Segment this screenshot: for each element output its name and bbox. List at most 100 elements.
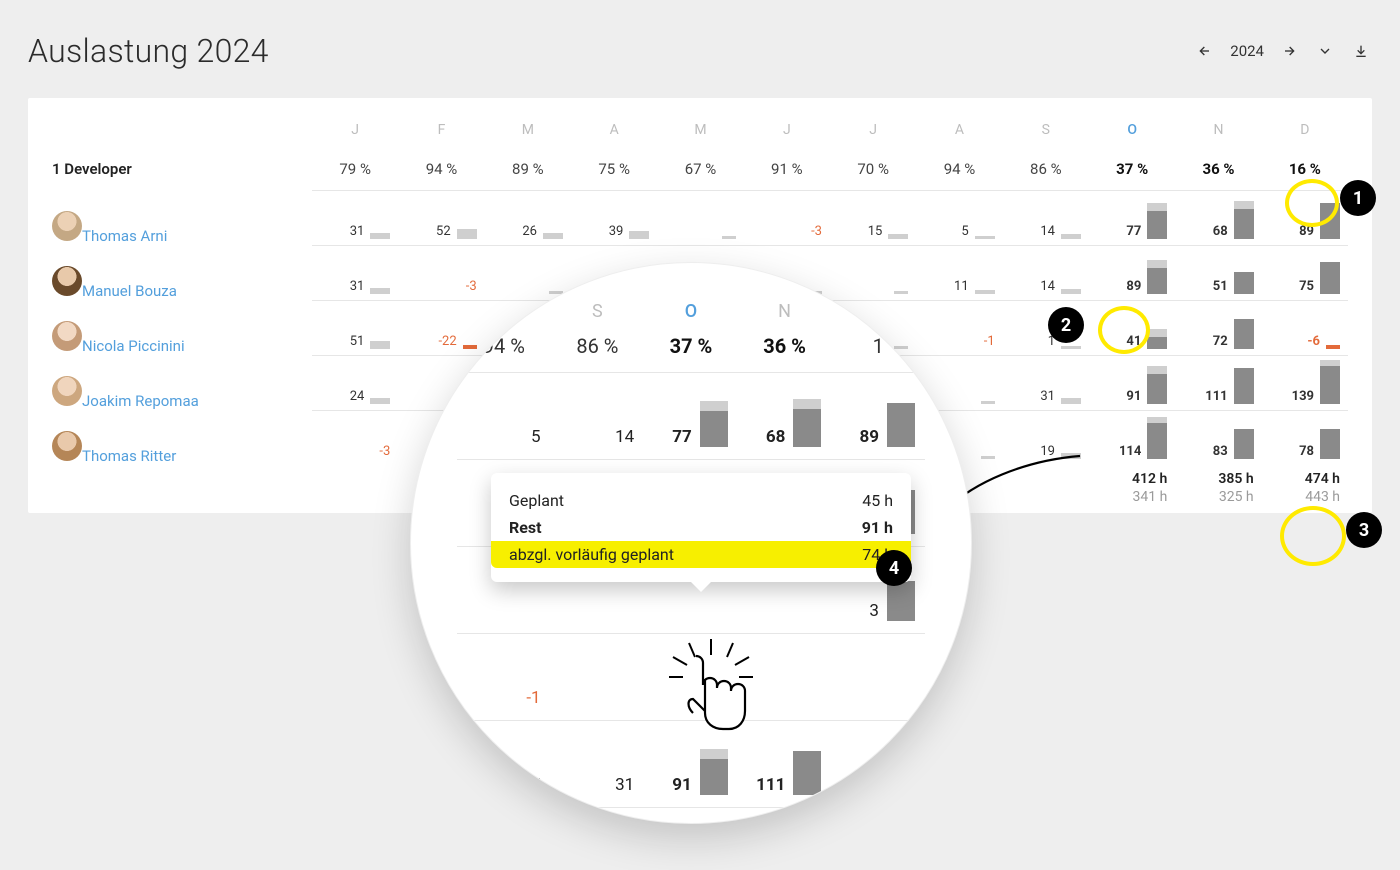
lens-month: O [644, 297, 738, 330]
util-cell[interactable]: 78 [1262, 410, 1348, 465]
person-link[interactable]: Manuel Bouza [82, 282, 177, 300]
lens-month: N [738, 297, 832, 330]
util-cell[interactable]: 139 [1262, 355, 1348, 410]
util-cell[interactable]: 31 [312, 245, 398, 300]
lens-cell[interactable] [644, 640, 738, 714]
group-percent: 89 % [485, 148, 571, 190]
lens-cell[interactable]: 114 [644, 814, 738, 824]
month-header: O [1089, 122, 1175, 148]
util-cell[interactable]: 15 [830, 190, 916, 245]
lens-cell[interactable]: 37 [457, 727, 551, 801]
page-title: Auslastung 2024 [28, 32, 269, 70]
util-cell[interactable]: 14 [1003, 245, 1089, 300]
avatar [52, 211, 82, 241]
lens-cell[interactable]: 77 [644, 379, 738, 453]
lens-cell[interactable]: 91 [644, 727, 738, 801]
lens-cell[interactable] [738, 640, 832, 714]
util-cell[interactable]: 5 [916, 190, 1002, 245]
lens-percent: 37 % [644, 334, 738, 366]
util-cell[interactable]: -3 [312, 410, 398, 465]
util-cell[interactable]: 1 [1003, 300, 1089, 355]
chevron-down-icon[interactable] [1314, 40, 1336, 62]
person-link[interactable]: Thomas Arni [82, 227, 167, 245]
month-header: M [485, 122, 571, 148]
util-cell[interactable]: 14 [1003, 190, 1089, 245]
month-header: F [398, 122, 484, 148]
lens-month [831, 297, 925, 330]
group-percent: 67 % [657, 148, 743, 190]
sum-cell: 412 h341 h [1089, 465, 1175, 505]
util-cell[interactable]: 89 [1089, 245, 1175, 300]
lens-cell[interactable] [831, 640, 925, 714]
util-cell[interactable]: 114 [1089, 410, 1175, 465]
person-link[interactable]: Thomas Ritter [82, 447, 176, 465]
util-cell[interactable]: -6 [1262, 300, 1348, 355]
month-header: D [1262, 122, 1348, 148]
util-cell[interactable]: 52 [398, 190, 484, 245]
lens-cell[interactable]: 19 [551, 814, 645, 824]
month-header: N [1175, 122, 1261, 148]
group-percent: 94 % [916, 148, 1002, 190]
util-cell[interactable]: 31 [1003, 355, 1089, 410]
util-cell[interactable]: 24 [312, 355, 398, 410]
person-link[interactable]: Joakim Repomaa [82, 392, 199, 410]
util-cell[interactable] [657, 190, 743, 245]
lens-cell[interactable] [551, 640, 645, 714]
util-cell[interactable]: 111 [1175, 355, 1261, 410]
lens-cell[interactable]: 14 [551, 379, 645, 453]
magnifier-lens: SON94 %86 %37 %36 %151477688953-13731911… [410, 262, 972, 824]
lens-cell[interactable]: 111 [738, 727, 832, 801]
util-cell[interactable]: 77 [1089, 190, 1175, 245]
year-label: 2024 [1230, 42, 1264, 60]
lens-percent: 1 [831, 334, 925, 366]
util-cell[interactable]: -3 [744, 190, 830, 245]
month-header: A [916, 122, 1002, 148]
prev-year-button[interactable] [1194, 40, 1216, 62]
person-row: Thomas Ritter [52, 431, 312, 465]
month-header: J [744, 122, 830, 148]
year-nav: 2024 [1194, 40, 1372, 62]
util-cell[interactable]: 41 [1089, 300, 1175, 355]
lens-cell[interactable]: 31 [551, 727, 645, 801]
util-cell[interactable]: 39 [571, 190, 657, 245]
util-cell[interactable]: 51 [1175, 245, 1261, 300]
person-row: Manuel Bouza [52, 266, 312, 300]
lens-cell[interactable]: 89 [831, 379, 925, 453]
util-cell[interactable]: 83 [1175, 410, 1261, 465]
group-percent: 94 % [398, 148, 484, 190]
lens-cell[interactable]: 5 [457, 379, 551, 453]
month-header: M [657, 122, 743, 148]
util-cell[interactable]: 72 [1175, 300, 1261, 355]
lens-cell[interactable]: 83 [738, 814, 832, 824]
lens-percent: 94 % [457, 334, 551, 366]
util-cell[interactable]: 51 [312, 300, 398, 355]
lens-cell[interactable]: 78 [831, 814, 925, 824]
avatar [52, 376, 82, 406]
lens-percent: 86 % [551, 334, 645, 366]
lens-cell[interactable]: 68 [738, 379, 832, 453]
util-cell[interactable]: 19 [1003, 410, 1089, 465]
util-cell[interactable]: 31 [312, 190, 398, 245]
next-year-button[interactable] [1278, 40, 1300, 62]
util-cell[interactable]: 75 [1262, 245, 1348, 300]
avatar [52, 266, 82, 296]
download-icon[interactable] [1350, 40, 1372, 62]
tooltip-value-1: 45 h [862, 491, 893, 510]
lens-month: S [551, 297, 645, 330]
lens-cell[interactable] [457, 814, 551, 824]
group-percent: 86 % [1003, 148, 1089, 190]
lens-percent: 36 % [738, 334, 832, 366]
hover-tooltip: Geplant45 h Rest91 h abzgl. vorläufig ge… [491, 473, 911, 582]
lens-cell[interactable]: -1 [457, 640, 551, 714]
lens-cell[interactable]: 139 [831, 727, 925, 801]
person-link[interactable]: Nicola Piccinini [82, 337, 185, 355]
month-header: A [571, 122, 657, 148]
util-cell[interactable]: 89 [1262, 190, 1348, 245]
group-percent: 75 % [571, 148, 657, 190]
util-cell[interactable]: 68 [1175, 190, 1261, 245]
util-cell[interactable]: 26 [485, 190, 571, 245]
group-percent: 16 % [1262, 148, 1348, 190]
util-cell[interactable]: 91 [1089, 355, 1175, 410]
group-percent: 37 % [1089, 148, 1175, 190]
person-row: Nicola Piccinini [52, 321, 312, 355]
